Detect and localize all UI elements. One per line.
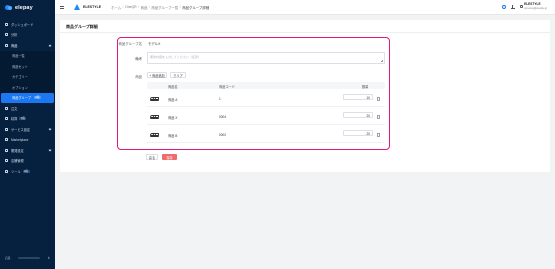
sidebar-subitem-option[interactable]: オプション (0, 82, 55, 93)
brand: ELESTYLE (74, 4, 101, 10)
app-logo[interactable]: elepay (0, 0, 55, 15)
memo-label: 備考 (135, 57, 142, 61)
delete-icon[interactable] (377, 115, 380, 119)
page-title: 商品グループ詳細 (66, 24, 98, 29)
chevron-up-icon (48, 44, 52, 48)
breadcrumb-current: 商品グループ詳細 (182, 5, 210, 10)
breadcrumb-group-list[interactable]: 商品グループ一覧 (151, 5, 178, 10)
chevron-down-icon (48, 148, 52, 152)
calculator-icon (5, 117, 8, 121)
sidebar-item-service-settings[interactable]: サービス設定 (0, 124, 55, 135)
sidebar-item-tools[interactable]: ツール β版 (0, 166, 55, 177)
table-row: 商品 B 0002 20 (147, 125, 385, 143)
chart-icon (5, 33, 8, 37)
store-icon (5, 159, 8, 163)
products-label: 商品 (135, 74, 142, 79)
product-code: 0004 (219, 115, 227, 119)
add-product-button[interactable]: + 商品追加 (147, 72, 167, 78)
header-actions: ELESTYLE someone@elestyle.jp (501, 2, 547, 10)
sidebar-subitem-product-group[interactable]: 商品グループ β版 (1, 92, 54, 103)
sidebar-item-dev-settings[interactable]: 開発設定 (0, 145, 55, 156)
logo-text: elepay (15, 4, 33, 11)
resize-handle-icon[interactable] (381, 60, 383, 62)
sidebar-subitem-product-set[interactable]: 商品セット (0, 61, 55, 72)
elepay-logo-icon (5, 4, 13, 11)
cart-icon (5, 106, 8, 110)
grid-icon (5, 138, 8, 142)
beta-badge: β版 (19, 117, 27, 121)
breadcrumb-separator: / (179, 5, 181, 9)
sidebar-item-orders[interactable]: 注文 (0, 103, 55, 114)
table-row: 商品 X 0004 20 (147, 107, 385, 125)
sidebar: elepay ダッシュボード 分析 商品 商品一覧 商品セット カテゴリー オプ… (0, 0, 55, 269)
breadcrumb-separator: / (148, 5, 150, 9)
sidebar-item-settlement[interactable]: 精算 β版 (0, 114, 55, 125)
group-name-value: モデルX (148, 41, 161, 46)
product-name: 商品 X (168, 116, 178, 120)
breadcrumb-oneqr[interactable]: OneQR (125, 5, 137, 9)
help-icon[interactable] (501, 4, 506, 9)
sidebar-item-marketplace[interactable]: Marketplace (0, 135, 55, 146)
breadcrumb: ホーム / OneQR / 商品 / 商品グループ一覧 / 商品グループ詳細 (111, 5, 209, 10)
brand-logo-icon (74, 4, 81, 10)
store-name (17, 256, 40, 260)
group-name-label: 商品グループ名 (118, 41, 142, 46)
quantity-input[interactable]: 20 (343, 129, 373, 136)
quantity-input[interactable]: 10 (343, 93, 373, 100)
delete-icon[interactable] (377, 133, 380, 137)
product-code: 0002 (219, 133, 227, 137)
sidebar-subitem-product-list[interactable]: 商品一覧 (0, 51, 55, 62)
divider (60, 32, 550, 33)
breadcrumb-separator: / (138, 5, 140, 9)
product-name: 商品 B (168, 134, 178, 138)
tag-icon (5, 43, 8, 47)
sidebar-item-store-management[interactable]: 店舗管理 (0, 156, 55, 167)
breadcrumb-home[interactable]: ホーム (111, 5, 121, 10)
dashboard-icon (5, 22, 8, 26)
back-button[interactable]: 戻る (146, 154, 158, 160)
store-label: 店舗 (5, 257, 11, 260)
table-header: 商品名 商品コード 数量 (147, 82, 385, 89)
save-button[interactable]: 保存 (162, 154, 177, 160)
sidebar-subitem-category[interactable]: カテゴリー (0, 72, 55, 83)
delete-icon[interactable] (377, 97, 380, 101)
chevron-down-icon (48, 127, 52, 131)
product-thumbnail (150, 130, 159, 138)
beta-badge: β版 (33, 96, 42, 100)
user-menu[interactable]: ELESTYLE someone@elestyle.jp (519, 2, 547, 10)
expand-icon[interactable]: ⇕ (47, 256, 50, 260)
sidebar-item-analytics[interactable]: 分析 (0, 30, 55, 41)
product-thumbnail (150, 94, 159, 102)
breadcrumb-separator: / (122, 5, 124, 9)
download-icon[interactable] (510, 4, 515, 9)
sidebar-item-dashboard[interactable]: ダッシュボード (0, 19, 55, 30)
code-icon (5, 148, 8, 152)
product-code: 1 (219, 97, 221, 101)
brand-name: ELESTYLE (83, 5, 102, 9)
quantity-input[interactable]: 20 (343, 111, 373, 118)
menu-toggle-icon[interactable] (60, 5, 64, 9)
beta-badge: β版 (22, 169, 30, 173)
breadcrumb-products[interactable]: 商品 (141, 5, 148, 10)
tool-icon (5, 169, 8, 173)
user-email: someone@elestyle.jp (524, 6, 547, 10)
table-row: 商品 A 1 10 (147, 89, 385, 107)
user-info: ELESTYLE someone@elestyle.jp (524, 2, 547, 10)
memo-placeholder: 備考内容を入力してください（任意） (150, 54, 201, 59)
memo-textarea[interactable]: 備考内容を入力してください（任意） (147, 52, 385, 64)
sidebar-item-products[interactable]: 商品 (0, 40, 55, 51)
settings-icon (5, 127, 8, 131)
top-bar: ELESTYLE ホーム / OneQR / 商品 / 商品グループ一覧 / 商品グルー… (55, 0, 555, 15)
user-icon (519, 4, 523, 9)
store-switcher[interactable]: 店舗 ⇕ (5, 256, 50, 260)
product-thumbnail (150, 112, 159, 120)
product-name: 商品 A (168, 98, 178, 102)
clear-button[interactable]: クリア (170, 72, 186, 78)
